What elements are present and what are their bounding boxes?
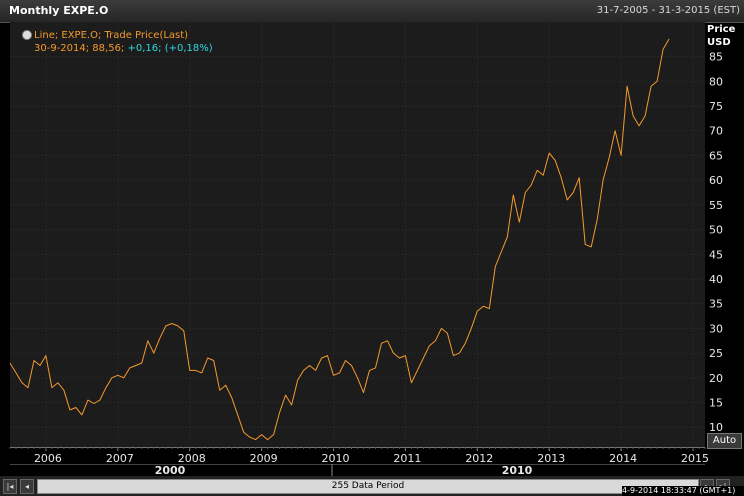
- legend-last-value: 30-9-2014; 88,56; +0,16; (+0,18%): [34, 42, 213, 55]
- y-tick-label: 60: [709, 174, 723, 187]
- x-tick-label: 2012: [465, 452, 493, 465]
- y-tick-label: 40: [709, 273, 723, 286]
- scroll-first-button[interactable]: |◂: [3, 479, 17, 494]
- y-tick-label: 85: [709, 51, 723, 64]
- price-line: [9, 38, 670, 441]
- legend-series-label: Line; EXPE.O; Trade Price(Last): [34, 30, 189, 41]
- auto-scale-button[interactable]: Auto: [707, 433, 742, 449]
- chart-window: Monthly EXPE.O 31-7-2005 - 31-3-2015 (ES…: [0, 0, 744, 496]
- y-tick-label: 75: [709, 100, 723, 113]
- y-tick-label: 25: [709, 347, 723, 360]
- y-tick-label: 30: [709, 322, 723, 335]
- data-period-label: 255 Data Period: [331, 481, 405, 491]
- x-tick-label: 2015: [681, 452, 709, 465]
- x-tick-label: 2013: [537, 452, 565, 465]
- y-tick-label: 70: [709, 125, 723, 138]
- y-tick-label: 45: [709, 248, 723, 261]
- legend-change: +0,16; (+0,18%): [127, 43, 213, 54]
- x-tick-label: 2006: [34, 452, 62, 465]
- y-tick-label: 20: [709, 372, 723, 385]
- x-tick-label: 2010: [322, 452, 350, 465]
- status-timestamp: 4-9-2014 18:33:47 (GMT+1): [622, 486, 744, 496]
- y-tick-label: 15: [709, 397, 723, 410]
- scroll-track[interactable]: 255 Data Period: [37, 479, 699, 494]
- y-tick-label: 55: [709, 199, 723, 212]
- y-tick-label: 35: [709, 298, 723, 311]
- y-tick-label: 80: [709, 75, 723, 88]
- legend-clock-icon[interactable]: [22, 30, 32, 40]
- y-tick-label: 50: [709, 224, 723, 237]
- y-axis-title: Price: [707, 24, 736, 35]
- x-tick-label: 2009: [250, 452, 278, 465]
- x-tick-label: 2007: [106, 452, 134, 465]
- legend-date-value: 30-9-2014; 88,56;: [34, 43, 125, 54]
- y-tick-label: 65: [709, 149, 723, 162]
- y-axis-unit: USD: [707, 37, 731, 48]
- x-tick-label: 2011: [393, 452, 421, 465]
- x-tick-label: 2014: [609, 452, 637, 465]
- price-chart: 2006 2007 2008 2009 2010 2011 2012 2013 2014 2015…: [0, 22, 744, 477]
- scroll-prev-button[interactable]: ◂: [20, 479, 34, 494]
